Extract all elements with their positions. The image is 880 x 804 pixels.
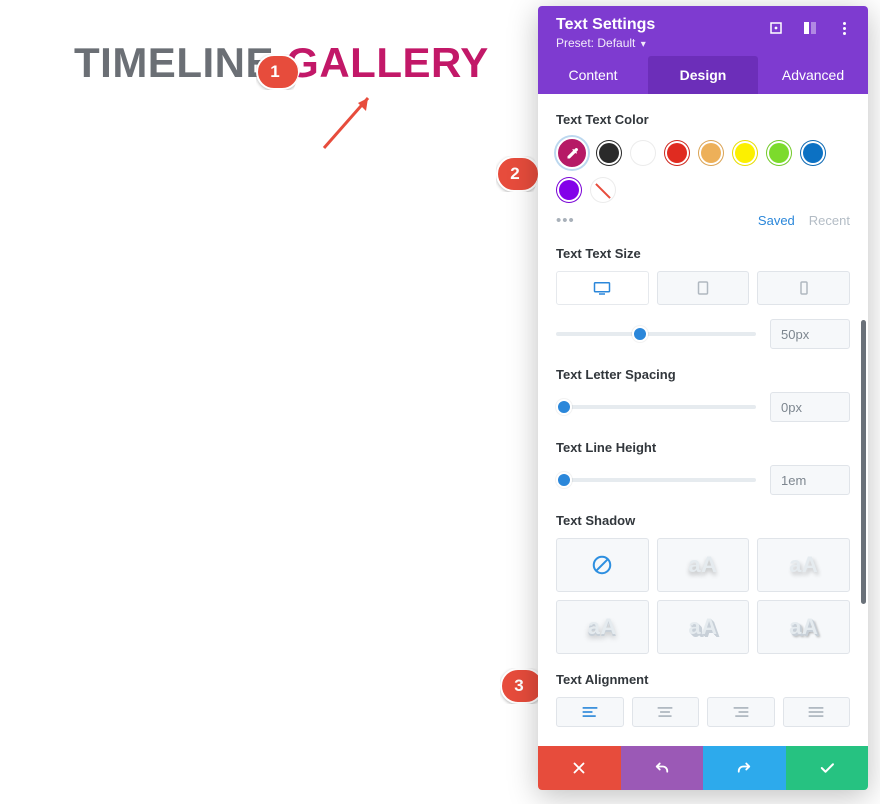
shadow-preset-4[interactable]: aA: [657, 600, 750, 654]
shadow-preset-5[interactable]: aA: [757, 600, 850, 654]
swatch-none[interactable]: [590, 177, 616, 203]
label-text-color: Text Text Color: [556, 112, 850, 127]
text-size-value[interactable]: 50px: [770, 319, 850, 349]
check-icon: [818, 759, 836, 777]
label-shadow: Text Shadow: [556, 513, 850, 528]
more-swatches-icon[interactable]: •••: [556, 213, 575, 228]
panel-tabs: Content Design Advanced: [538, 56, 868, 94]
shadow-preset-3[interactable]: aA: [556, 600, 649, 654]
swatch-orange[interactable]: [698, 140, 724, 166]
tab-design[interactable]: Design: [648, 56, 758, 94]
swatch-brand-magenta[interactable]: [556, 137, 588, 169]
swatch-black[interactable]: [596, 140, 622, 166]
heading-word-2: GALLERY: [286, 39, 489, 86]
undo-button[interactable]: [621, 746, 704, 790]
save-button[interactable]: [786, 746, 869, 790]
align-left-icon: [581, 705, 599, 719]
line-height-value[interactable]: 1em: [770, 465, 850, 495]
label-color-mode: Text Color: [556, 745, 850, 746]
responsive-device-toggle: [556, 271, 850, 305]
columns-icon[interactable]: [802, 20, 818, 36]
scrollbar[interactable]: [861, 320, 866, 604]
shadow-sample: aA: [688, 552, 717, 578]
panel-header: Text Settings Preset: Default ▾: [538, 6, 868, 56]
swatch-blue[interactable]: [800, 140, 826, 166]
preset-selector[interactable]: Preset: Default ▾: [556, 36, 850, 50]
text-size-slider[interactable]: [556, 325, 756, 343]
label-letter-spacing: Text Letter Spacing: [556, 367, 850, 382]
label-text-size: Text Text Size: [556, 246, 850, 261]
swatch-yellow[interactable]: [732, 140, 758, 166]
arrow-annotation: [316, 88, 386, 158]
recent-link[interactable]: Recent: [809, 213, 850, 228]
shadow-sample: aA: [789, 552, 818, 578]
close-icon: [570, 759, 588, 777]
letter-spacing-value[interactable]: 0px: [770, 392, 850, 422]
callout-1: 1: [256, 54, 300, 90]
desktop-icon: [593, 281, 611, 295]
swatch-red[interactable]: [664, 140, 690, 166]
preset-label: Preset: Default: [556, 36, 635, 50]
expand-icon[interactable]: [768, 20, 784, 36]
align-justify[interactable]: [783, 697, 851, 727]
no-icon: [591, 554, 613, 576]
panel-body: Text Text Color ••• Saved Recent: [538, 94, 868, 746]
letter-spacing-slider[interactable]: [556, 398, 756, 416]
shadow-none[interactable]: [556, 538, 649, 592]
phone-icon: [795, 281, 813, 295]
shadow-sample: aA: [789, 614, 818, 640]
redo-icon: [735, 759, 753, 777]
color-swatches: [556, 137, 850, 203]
panel-footer: [538, 746, 868, 790]
settings-panel: Text Settings Preset: Default ▾ Content …: [538, 6, 868, 790]
more-menu-icon[interactable]: [836, 20, 852, 36]
label-line-height: Text Line Height: [556, 440, 850, 455]
align-center-icon: [656, 705, 674, 719]
shadow-presets: aA aA aA aA aA: [556, 538, 850, 654]
heading-word-1: TIMELINE: [74, 39, 274, 86]
align-justify-icon: [807, 705, 825, 719]
saved-link[interactable]: Saved: [758, 213, 795, 228]
redo-button[interactable]: [703, 746, 786, 790]
caret-down-icon: ▾: [641, 39, 646, 50]
eyedropper-icon: [565, 146, 580, 161]
align-right[interactable]: [707, 697, 775, 727]
swatch-green[interactable]: [766, 140, 792, 166]
tablet-icon: [694, 281, 712, 295]
shadow-sample: aA: [588, 614, 617, 640]
line-height-slider[interactable]: [556, 471, 756, 489]
device-phone[interactable]: [757, 271, 850, 305]
undo-icon: [653, 759, 671, 777]
discard-button[interactable]: [538, 746, 621, 790]
callout-2: 2: [496, 156, 540, 192]
align-right-icon: [732, 705, 750, 719]
shadow-sample: aA: [688, 614, 717, 640]
device-desktop[interactable]: [556, 271, 649, 305]
swatch-white[interactable]: [630, 140, 656, 166]
align-left[interactable]: [556, 697, 624, 727]
shadow-preset-2[interactable]: aA: [757, 538, 850, 592]
tab-advanced[interactable]: Advanced: [758, 56, 868, 94]
label-alignment: Text Alignment: [556, 672, 850, 687]
alignment-options: [556, 697, 850, 727]
swatch-purple[interactable]: [556, 177, 582, 203]
tab-content[interactable]: Content: [538, 56, 648, 94]
device-tablet[interactable]: [657, 271, 750, 305]
shadow-preset-1[interactable]: aA: [657, 538, 750, 592]
align-center[interactable]: [632, 697, 700, 727]
